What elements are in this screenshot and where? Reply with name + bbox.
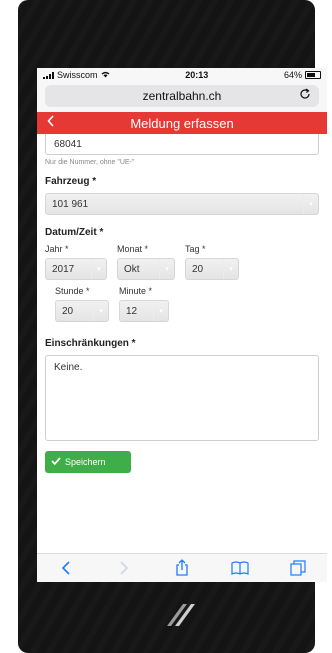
dropdown-arrow-icon: ▾ (159, 259, 174, 279)
datetime-label: Datum/Zeit * (45, 227, 104, 238)
tag-select[interactable]: 20 ▾ (185, 258, 239, 280)
tag-value: 20 (192, 263, 204, 275)
monat-label: Monat * (117, 244, 149, 254)
dropdown-arrow-icon: ▾ (303, 194, 318, 214)
minute-value: 12 (126, 305, 138, 317)
dropdown-arrow-icon: ▾ (223, 259, 238, 279)
wifi-icon (101, 70, 110, 80)
jahr-value: 2017 (52, 263, 75, 275)
stunde-select[interactable]: 20 ▾ (55, 300, 109, 322)
number-hint: Nur die Nummer, ohne "UE-" (45, 159, 135, 166)
jahr-select[interactable]: 2017 ▾ (45, 258, 107, 280)
url-text: zentralbahn.ch (142, 89, 222, 103)
form: 68041 Nur die Nummer, ohne "UE-" Fahrzeu… (37, 134, 327, 473)
forward-icon[interactable] (112, 558, 136, 578)
page-title: Meldung erfassen (130, 115, 234, 131)
tag-label: Tag * (185, 244, 206, 254)
browser-screen: Swisscom 20:13 64% zentralbahn.ch Meldun… (37, 68, 327, 582)
minute-label: Minute * (119, 286, 153, 296)
back-chevron-icon[interactable] (47, 115, 55, 130)
checkmark-icon (51, 457, 61, 467)
status-bar: Swisscom 20:13 64% (37, 68, 327, 82)
stunde-value: 20 (62, 305, 74, 317)
reload-icon[interactable] (299, 88, 311, 103)
battery-icon (305, 71, 321, 79)
browser-toolbar (37, 553, 327, 582)
book-icon[interactable] (228, 558, 252, 578)
stunde-label: Stunde * (55, 286, 90, 296)
dropdown-arrow-icon: ▾ (91, 259, 106, 279)
battery-percent: 64% (283, 70, 302, 80)
fahrzeug-value: 101 961 (52, 198, 89, 210)
page-header: Meldung erfassen (37, 112, 327, 134)
number-input[interactable]: 68041 (45, 134, 319, 155)
einschraenkungen-value: Keine. (54, 362, 83, 373)
jahr-label: Jahr * (45, 244, 69, 254)
tabs-icon[interactable] (286, 558, 310, 578)
fahrzeug-select[interactable]: 101 961 ▾ (45, 193, 319, 215)
einschraenkungen-label: Einschränkungen * (45, 338, 136, 349)
address-bar-container: zentralbahn.ch (37, 82, 327, 112)
fahrzeug-label: Fahrzeug * (45, 176, 97, 187)
clock: 20:13 (185, 70, 209, 80)
save-button-label: Speichern (65, 457, 106, 467)
minute-select[interactable]: 12 ▾ (119, 300, 169, 322)
dropdown-arrow-icon: ▾ (93, 301, 108, 321)
address-bar[interactable]: zentralbahn.ch (45, 85, 319, 107)
monat-select[interactable]: Okt ▾ (117, 258, 175, 280)
carrier-label: Swisscom (57, 70, 98, 80)
brand-logo-icon (161, 596, 197, 632)
einschraenkungen-textarea[interactable]: Keine. (45, 355, 319, 441)
signal-icon (43, 71, 54, 79)
number-value: 68041 (54, 138, 82, 150)
share-icon[interactable] (170, 558, 194, 578)
dropdown-arrow-icon: ▾ (153, 301, 168, 321)
monat-value: Okt (124, 263, 140, 275)
save-button[interactable]: Speichern (45, 451, 131, 473)
back-icon[interactable] (54, 558, 78, 578)
